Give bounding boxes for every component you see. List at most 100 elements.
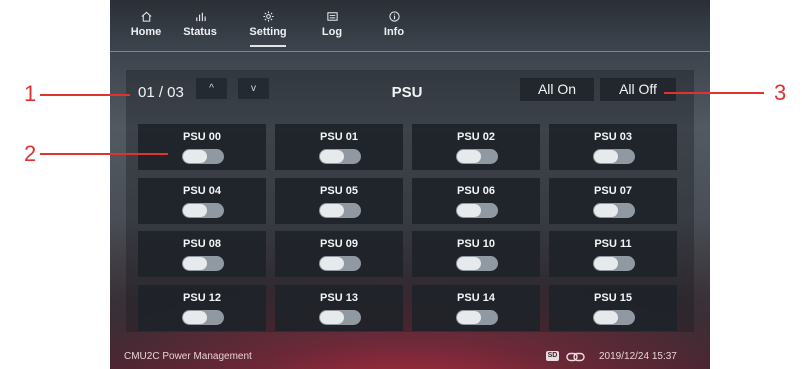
nav-info[interactable]: Info [368, 10, 420, 39]
psu-tile: PSU 10 [412, 231, 540, 277]
psu-power-toggle[interactable] [593, 256, 635, 271]
callout-number-3: 3 [774, 80, 787, 105]
psu-power-toggle[interactable] [182, 149, 224, 164]
psu-label: PSU 11 [594, 238, 632, 250]
psu-power-toggle[interactable] [182, 256, 224, 271]
psu-label: PSU 13 [320, 292, 358, 304]
psu-label: PSU 09 [320, 238, 358, 250]
bar-chart-icon [174, 10, 226, 25]
psu-tile: PSU 14 [412, 285, 540, 331]
nav-home-label: Home [130, 26, 162, 38]
active-tab-indicator [250, 45, 286, 47]
psu-label: PSU 07 [594, 185, 632, 197]
toggle-knob [457, 150, 481, 163]
footer-datetime: 2019/12/24 15:37 [599, 351, 677, 362]
nav-setting-label: Setting [249, 26, 287, 38]
nav-divider [110, 51, 710, 52]
psu-label: PSU 03 [594, 131, 632, 143]
toggle-knob [320, 150, 344, 163]
psu-tile: PSU 03 [549, 124, 677, 170]
callout-line-1 [40, 94, 130, 96]
nav-log-label: Log [321, 26, 343, 38]
connection-icon [566, 350, 586, 368]
toggle-knob [594, 204, 618, 217]
psu-power-toggle[interactable] [319, 203, 361, 218]
psu-power-toggle[interactable] [456, 256, 498, 271]
psu-label: PSU 01 [320, 131, 358, 143]
nav-home[interactable]: Home [120, 10, 172, 39]
psu-label: PSU 08 [183, 238, 221, 250]
toggle-knob [457, 257, 481, 270]
nav-log[interactable]: Log [306, 10, 358, 39]
toggle-knob [183, 257, 207, 270]
gear-icon [242, 10, 294, 25]
info-icon [368, 10, 420, 25]
psu-label: PSU 04 [183, 185, 221, 197]
all-off-button[interactable]: All Off [600, 78, 676, 101]
psu-label: PSU 14 [457, 292, 495, 304]
callout-line-3 [664, 92, 764, 94]
psu-tile: PSU 00 [138, 124, 266, 170]
toggle-knob [594, 311, 618, 324]
psu-power-toggle[interactable] [182, 310, 224, 325]
home-icon [120, 10, 172, 25]
psu-power-toggle[interactable] [456, 203, 498, 218]
psu-label: PSU 05 [320, 185, 358, 197]
toggle-knob [594, 150, 618, 163]
psu-power-toggle[interactable] [456, 149, 498, 164]
nav-status-label: Status [183, 26, 217, 38]
psu-tile: PSU 01 [275, 124, 403, 170]
all-on-button[interactable]: All On [520, 78, 594, 101]
nav-setting[interactable]: Setting [242, 10, 294, 47]
toggle-knob [183, 311, 207, 324]
psu-tile: PSU 15 [549, 285, 677, 331]
page-down-button[interactable]: v [238, 78, 269, 99]
toggle-knob [457, 204, 481, 217]
psu-label: PSU 00 [183, 131, 221, 143]
psu-tile: PSU 05 [275, 178, 403, 224]
psu-label: PSU 15 [594, 292, 632, 304]
chevron-up-icon: ^ [209, 83, 214, 94]
chevron-down-icon: v [251, 83, 256, 94]
toggle-knob [594, 257, 618, 270]
psu-power-toggle[interactable] [593, 310, 635, 325]
toggle-knob [320, 257, 344, 270]
psu-power-toggle[interactable] [593, 149, 635, 164]
callout-number-1: 1 [24, 81, 37, 106]
log-icon [306, 10, 358, 25]
panel-title: PSU [391, 84, 423, 101]
toggle-knob [320, 311, 344, 324]
psu-label: PSU 02 [457, 131, 495, 143]
psu-tile: PSU 12 [138, 285, 266, 331]
toggle-knob [183, 150, 207, 163]
device-screen: Home Status Setting Log Info 01 / 03 ^ v… [110, 0, 710, 369]
page-up-button[interactable]: ^ [196, 78, 227, 99]
psu-tile: PSU 02 [412, 124, 540, 170]
psu-tile: PSU 06 [412, 178, 540, 224]
callout-number-2: 2 [24, 141, 37, 166]
toggle-knob [457, 311, 481, 324]
psu-label: PSU 10 [457, 238, 495, 250]
footer-app-title: CMU2C Power Management [124, 351, 252, 362]
psu-label: PSU 12 [183, 292, 221, 304]
nav-info-label: Info [383, 26, 405, 38]
psu-power-toggle[interactable] [593, 203, 635, 218]
psu-tile: PSU 11 [549, 231, 677, 277]
psu-tile: PSU 08 [138, 231, 266, 277]
psu-power-toggle[interactable] [456, 310, 498, 325]
psu-power-toggle[interactable] [319, 310, 361, 325]
psu-tile: PSU 13 [275, 285, 403, 331]
psu-power-toggle[interactable] [182, 203, 224, 218]
page-indicator: 01 / 03 [138, 84, 184, 101]
toggle-knob [183, 204, 207, 217]
top-nav-bar: Home Status Setting Log Info [110, 0, 710, 52]
callout-line-2 [40, 153, 168, 155]
psu-tile: PSU 04 [138, 178, 266, 224]
psu-power-toggle[interactable] [319, 256, 361, 271]
toggle-knob [320, 204, 344, 217]
psu-label: PSU 06 [457, 185, 495, 197]
psu-power-toggle[interactable] [319, 149, 361, 164]
sd-card-icon: SD [546, 351, 559, 361]
psu-tile: PSU 09 [275, 231, 403, 277]
nav-status[interactable]: Status [174, 10, 226, 39]
